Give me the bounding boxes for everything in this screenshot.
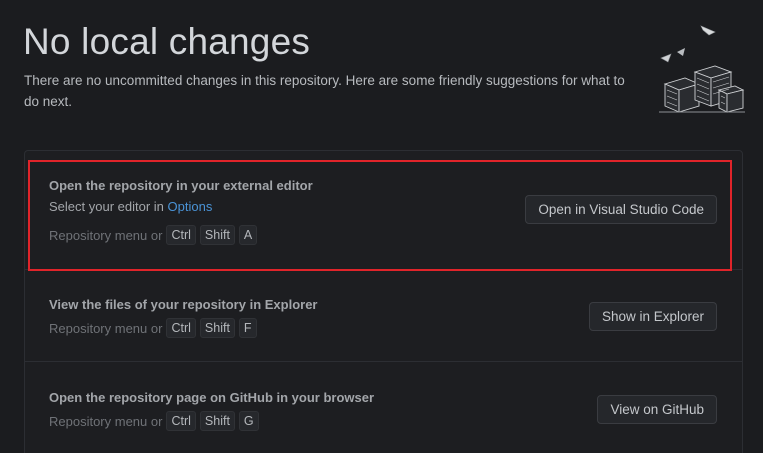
kbd-g: G — [238, 411, 259, 431]
suggestion-description: Select your editor in Options — [49, 199, 212, 214]
suggestion-view-github: Open the repository page on GitHub in yo… — [25, 361, 742, 453]
show-in-explorer-button[interactable]: Show in Explorer — [588, 302, 717, 331]
description-text: Select your editor in — [49, 199, 168, 214]
suggestions-panel: Open the repository in your external edi… — [24, 150, 743, 453]
suggestion-title: Open the repository page on GitHub in yo… — [49, 390, 375, 405]
open-in-editor-button[interactable]: Open in Visual Studio Code — [525, 195, 717, 224]
shortcut-hint: Repository menu or Ctrl Shift F — [49, 318, 257, 338]
options-link[interactable]: Options — [168, 199, 213, 214]
no-changes-view: No local changes There are no uncommitte… — [0, 0, 763, 453]
kbd-f: F — [238, 318, 257, 338]
page-title: No local changes — [23, 21, 311, 62]
menu-hint-text: Repository menu or — [49, 227, 163, 243]
kbd-ctrl: Ctrl — [166, 225, 196, 245]
menu-hint-text: Repository menu or — [49, 413, 163, 429]
kbd-shift: Shift — [199, 411, 235, 431]
menu-hint-text: Repository menu or — [49, 320, 163, 336]
suggestion-title: View the files of your repository in Exp… — [49, 297, 318, 312]
kbd-shift: Shift — [199, 318, 235, 338]
shortcut-hint: Repository menu or Ctrl Shift A — [49, 225, 258, 245]
kbd-ctrl: Ctrl — [166, 411, 196, 431]
kbd-a: A — [238, 225, 258, 245]
kbd-ctrl: Ctrl — [166, 318, 196, 338]
suggestion-title: Open the repository in your external edi… — [49, 178, 313, 193]
suggestion-show-explorer: View the files of your repository in Exp… — [25, 269, 742, 361]
empty-desk-papers-illustration-icon — [659, 25, 745, 113]
page-subtitle: There are no uncommitted changes in this… — [24, 73, 625, 109]
kbd-shift: Shift — [199, 225, 235, 245]
view-on-github-button[interactable]: View on GitHub — [597, 395, 717, 424]
shortcut-hint: Repository menu or Ctrl Shift G — [49, 411, 259, 431]
suggestion-open-editor: Open the repository in your external edi… — [25, 151, 742, 269]
